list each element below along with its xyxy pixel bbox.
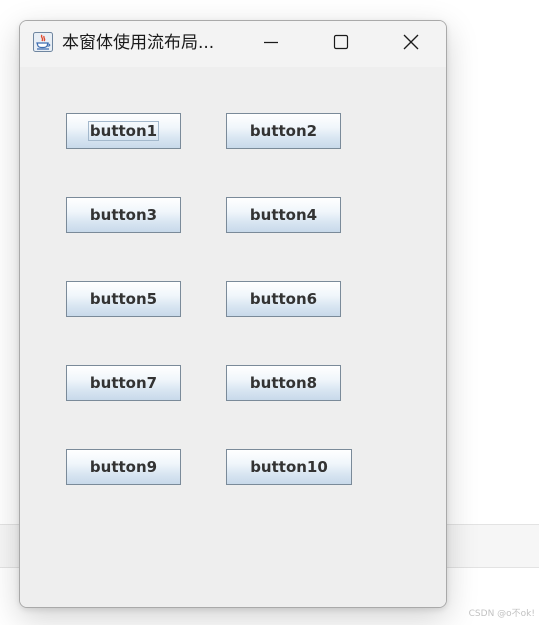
window-title: 本窗体使用流布局... [62,33,215,53]
button-8[interactable]: button8 [226,365,341,401]
button-7-label: button7 [89,374,158,392]
button-4-label: button4 [249,206,318,224]
button-2-label: button2 [249,122,318,140]
button-8-label: button8 [249,374,318,392]
maximize-icon [333,34,349,54]
button-10-label: button10 [250,458,328,476]
button-5[interactable]: button5 [66,281,181,317]
desktop: 本窗体使用流布局... button1 button2 button3 butt… [0,0,539,625]
title-bar[interactable]: 本窗体使用流布局... [20,21,446,67]
button-4[interactable]: button4 [226,197,341,233]
app-window: 本窗体使用流布局... button1 button2 button3 butt… [19,20,447,608]
close-icon [402,33,420,55]
button-7[interactable]: button7 [66,365,181,401]
minimize-button[interactable] [236,21,306,67]
button-6[interactable]: button6 [226,281,341,317]
button-3[interactable]: button3 [66,197,181,233]
watermark: CSDN @o不ok! [468,609,535,619]
button-3-label: button3 [89,206,158,224]
java-icon [33,32,53,52]
button-1[interactable]: button1 [66,113,181,149]
button-5-label: button5 [89,290,158,308]
button-2[interactable]: button2 [226,113,341,149]
minimize-icon [263,34,279,54]
close-button[interactable] [376,21,446,67]
button-6-label: button6 [249,290,318,308]
maximize-button[interactable] [306,21,376,67]
button-10[interactable]: button10 [226,449,352,485]
button-9-label: button9 [89,458,158,476]
flow-layout-panel: button1 button2 button3 button4 button5 … [20,67,446,607]
button-1-label: button1 [87,121,160,141]
button-9[interactable]: button9 [66,449,181,485]
